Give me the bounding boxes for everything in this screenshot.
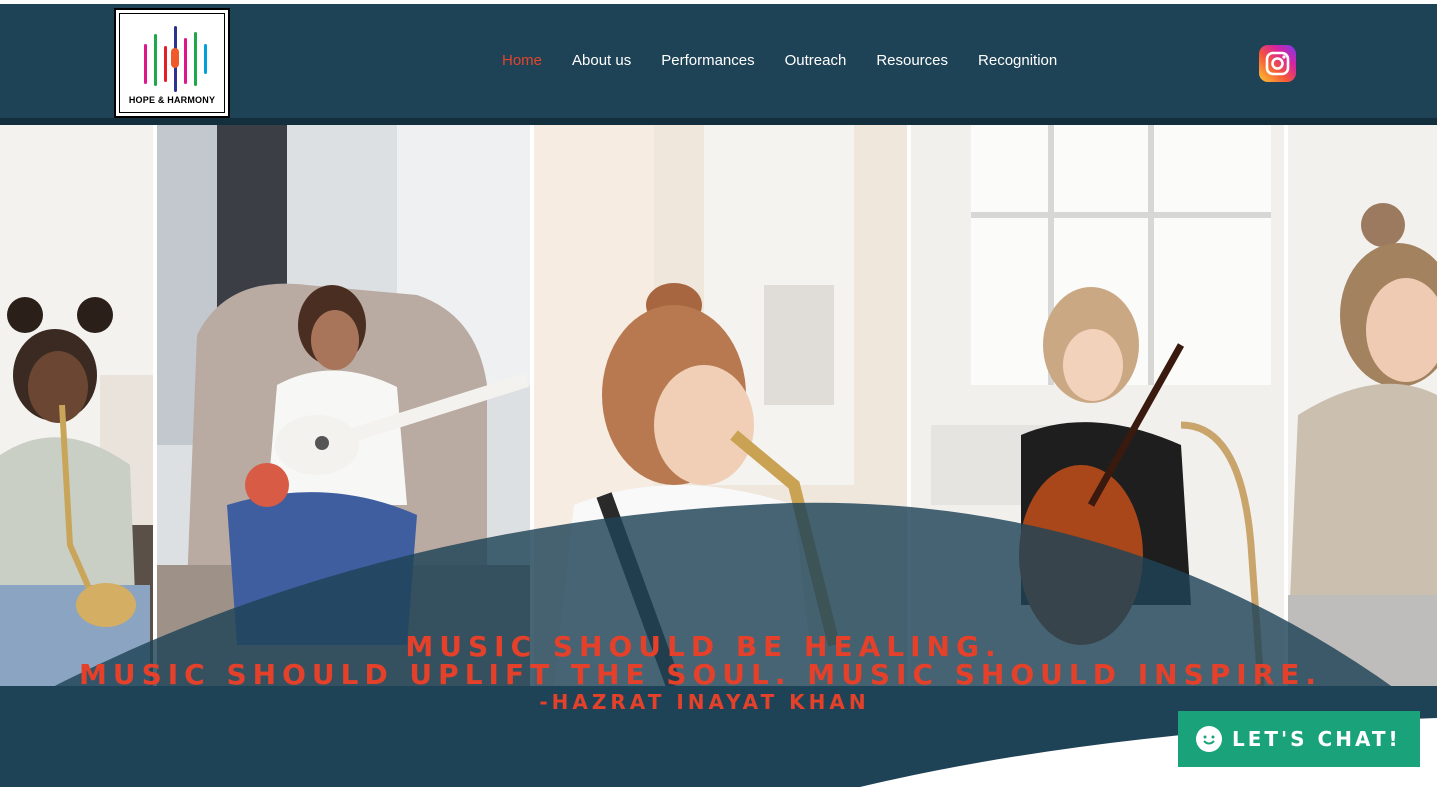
quote-line-2: Music should uplift the soul. Music shou… (78, 658, 1322, 691)
lets-chat-button[interactable]: LET'S CHAT! (1178, 711, 1420, 767)
chat-label: LET'S CHAT! (1232, 727, 1401, 751)
chat-smiley-icon (1196, 726, 1222, 752)
